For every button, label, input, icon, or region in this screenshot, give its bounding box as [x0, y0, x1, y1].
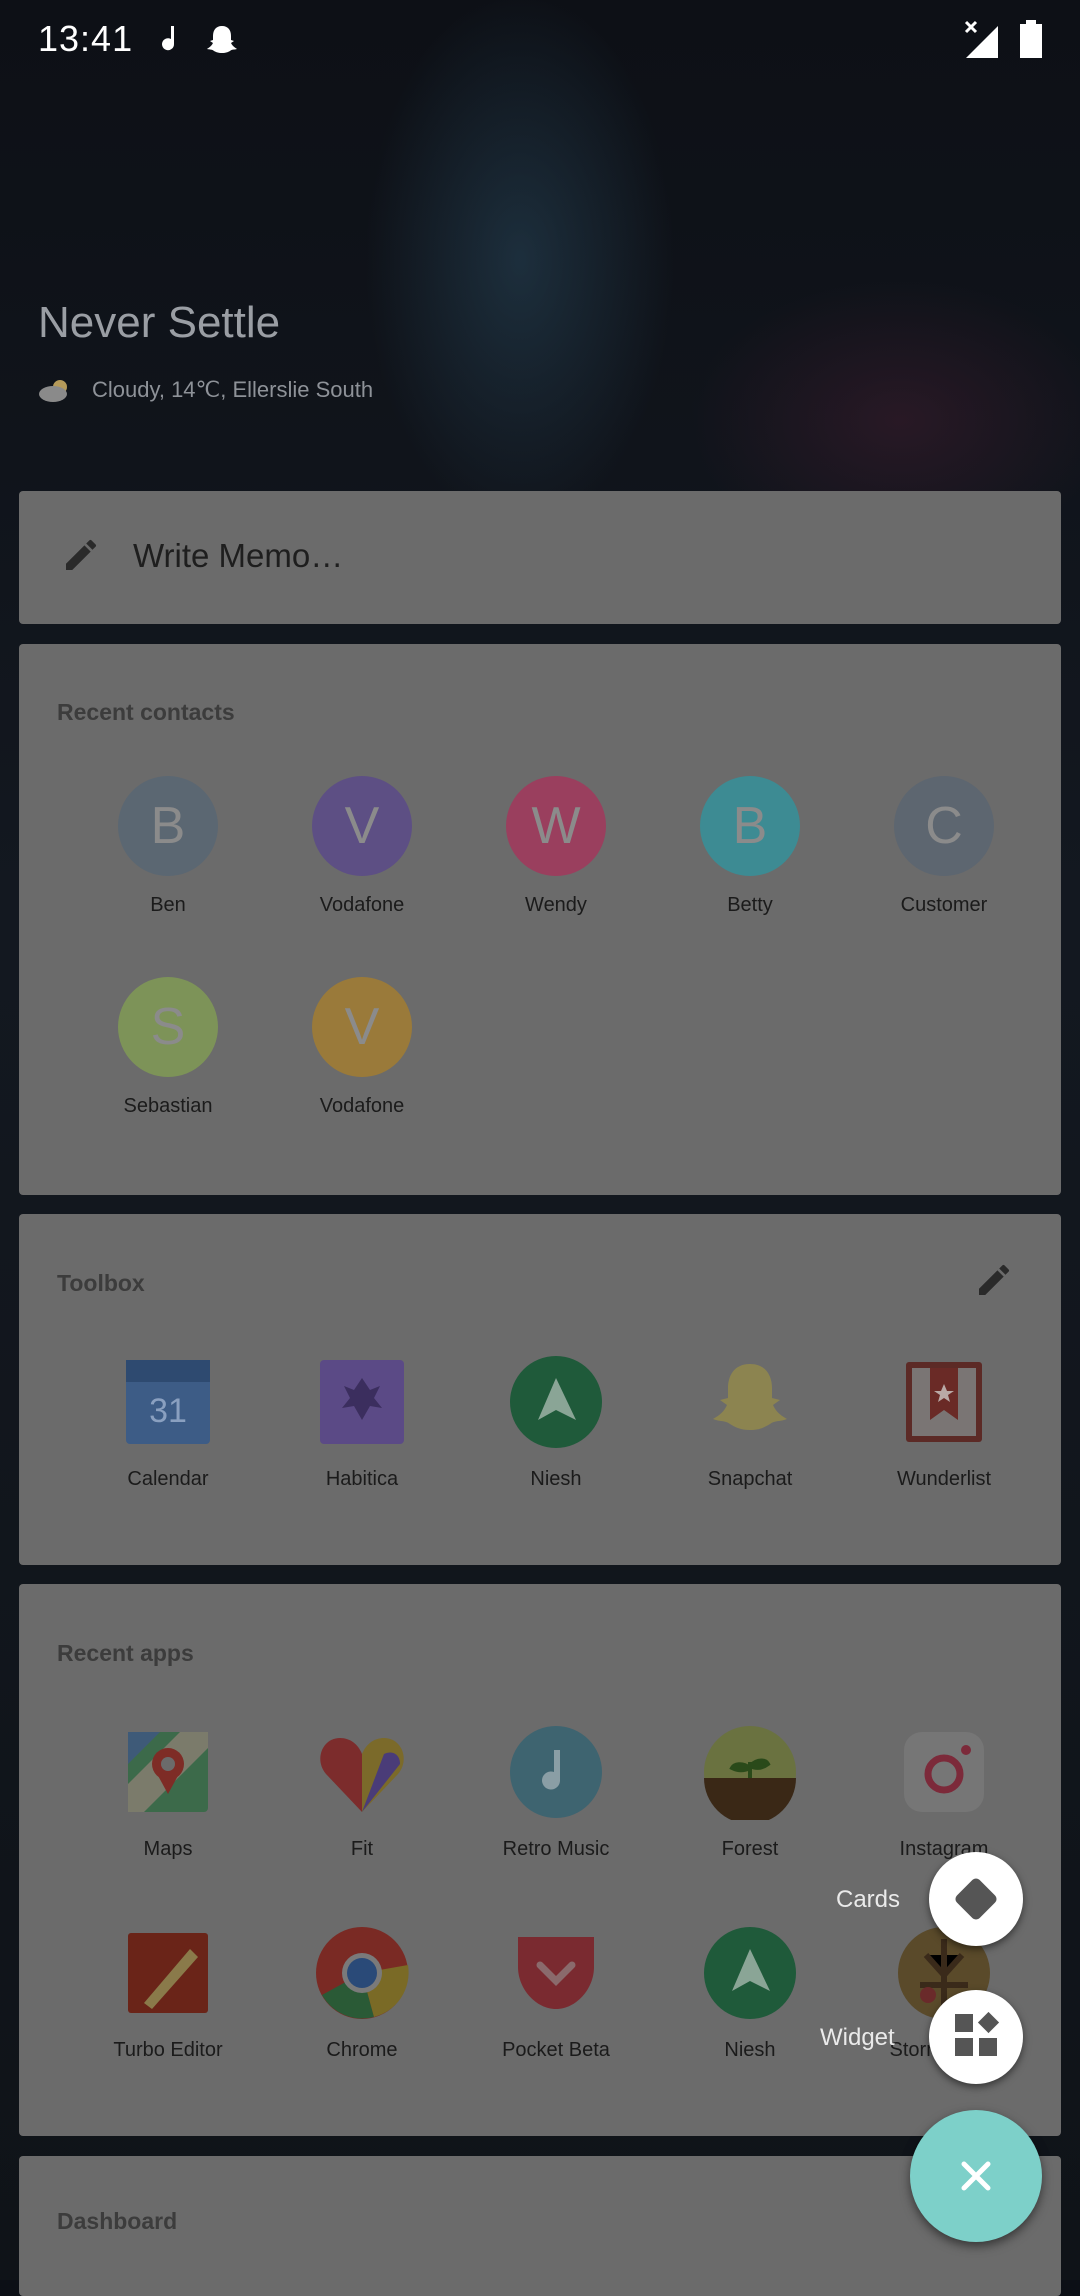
hero-title: Never Settle: [38, 298, 281, 347]
chrome-icon: [314, 1925, 410, 2021]
toolbox-item[interactable]: Wunderlist: [847, 1354, 1041, 1491]
app-label: Maps: [143, 1838, 193, 1860]
app-item[interactable]: Instagram: [847, 1724, 1041, 1861]
no-signal-icon: [964, 20, 998, 58]
app-item[interactable]: Maps: [71, 1724, 265, 1861]
contact-name: Vodafone: [319, 1095, 405, 1117]
contact-name: Wendy: [525, 894, 587, 916]
weather-text: Cloudy, 14℃, Ellerslie South: [92, 377, 374, 402]
add-cards-button[interactable]: [929, 1852, 1023, 1946]
app-item[interactable]: Fit: [265, 1724, 459, 1861]
pocket-icon: [508, 1925, 604, 2021]
avatar: B: [700, 776, 800, 876]
dashboard-title: Dashboard: [57, 2208, 178, 2234]
calendar-icon: 31: [120, 1354, 216, 1450]
app-label: Niesh: [530, 1468, 582, 1490]
battery-icon: [1020, 20, 1042, 58]
contact-item[interactable]: V Vodafone: [265, 977, 459, 1118]
recent-apps-title: Recent apps: [57, 1640, 194, 1666]
avatar: C: [894, 776, 994, 876]
contact-name: Betty: [727, 894, 773, 916]
contact-name: Ben: [150, 894, 186, 916]
close-icon: [961, 2161, 991, 2191]
app-item[interactable]: Retro Music: [459, 1724, 653, 1861]
contact-item[interactable]: V Vodafone: [265, 776, 459, 917]
maps-icon: [120, 1724, 216, 1820]
avatar: W: [506, 776, 606, 876]
app-item[interactable]: Forest: [653, 1724, 847, 1861]
contact-name: Sebastian: [123, 1095, 213, 1117]
cards-label: Cards: [836, 1886, 901, 1913]
habitica-icon: [314, 1354, 410, 1450]
app-label: Niesh: [724, 2039, 776, 2061]
instagram-icon: [896, 1724, 992, 1820]
toolbox-item[interactable]: 31 Calendar: [71, 1354, 265, 1491]
edit-toolbox-icon[interactable]: [974, 1260, 1014, 1300]
snapchat-notification-icon: [207, 26, 237, 53]
app-label: Wunderlist: [896, 1468, 992, 1490]
recent-contacts-title: Recent contacts: [57, 699, 235, 725]
app-label: Forest: [721, 1838, 779, 1860]
app-label: Fit: [350, 1838, 374, 1860]
contact-item[interactable]: W Wendy: [459, 776, 653, 917]
avatar: B: [118, 776, 218, 876]
memo-card[interactable]: Write Memo…: [19, 491, 1061, 624]
contact-item[interactable]: C Customer: [847, 776, 1041, 917]
forest-icon: [702, 1724, 798, 1824]
toolbox-title: Toolbox: [57, 1270, 145, 1296]
recent-contacts-card: Recent contacts B Ben V Vodafone W Wendy…: [19, 644, 1061, 1195]
toolbox-item[interactable]: Habitica: [265, 1354, 459, 1491]
avatar: S: [118, 977, 218, 1077]
widget-label: Widget: [820, 2024, 895, 2051]
toolbox-item[interactable]: Niesh: [459, 1354, 653, 1491]
app-label: Retro Music: [502, 1838, 610, 1860]
app-label: Chrome: [326, 2039, 398, 2061]
app-item[interactable]: Pocket Beta: [459, 1925, 653, 2062]
widget-icon: [955, 2012, 1000, 2056]
dashboard-card: Dashboard: [19, 2156, 1061, 2296]
app-label: Snapchat: [707, 1468, 793, 1490]
app-item[interactable]: Niesh: [653, 1925, 847, 2062]
contact-item[interactable]: S Sebastian: [71, 977, 265, 1118]
app-item[interactable]: Turbo Editor: [71, 1925, 265, 2062]
contact-name: Customer: [900, 894, 988, 916]
pencil-icon: [66, 539, 97, 570]
app-label: Instagram: [899, 1838, 989, 1860]
toolbox-item[interactable]: Snapchat: [653, 1354, 847, 1491]
app-label: Calendar: [127, 1468, 209, 1490]
contact-item[interactable]: B Betty: [653, 776, 847, 917]
niesh-icon: [508, 1354, 604, 1450]
app-item[interactable]: Chrome: [265, 1925, 459, 2062]
status-bar: 13:41: [0, 0, 1080, 80]
weather-row: Cloudy, 14℃, Ellerslie South: [38, 372, 373, 408]
app-label: Turbo Editor: [113, 2039, 223, 2061]
app-label: Pocket Beta: [502, 2039, 610, 2061]
recent-apps-card: Recent apps Maps Fit Retro Music Forest …: [19, 1584, 1061, 2136]
contact-item[interactable]: B Ben: [71, 776, 265, 917]
cards-icon: [955, 1878, 997, 1920]
cloudy-weather-icon: [39, 380, 67, 402]
snapchat-icon: [702, 1354, 798, 1450]
niesh-icon: [702, 1925, 798, 2021]
calendar-day: 31: [149, 1392, 187, 1430]
close-menu-button[interactable]: [910, 2110, 1042, 2242]
music-note-icon: [162, 26, 175, 51]
add-widget-button[interactable]: [929, 1990, 1023, 2084]
contact-name: Vodafone: [319, 894, 405, 916]
wunderlist-icon: [896, 1354, 992, 1450]
app-label: Habitica: [325, 1468, 399, 1490]
status-time: 13:41: [38, 18, 134, 59]
turbo-editor-icon: [120, 1925, 216, 2021]
retro-music-icon: [508, 1724, 604, 1820]
toolbox-card: Toolbox 31 Calendar Habitica Niesh Snapc…: [19, 1214, 1061, 1565]
avatar: V: [312, 776, 412, 876]
fit-icon: [314, 1724, 410, 1820]
write-memo-input[interactable]: Write Memo…: [133, 537, 343, 575]
avatar: V: [312, 977, 412, 1077]
